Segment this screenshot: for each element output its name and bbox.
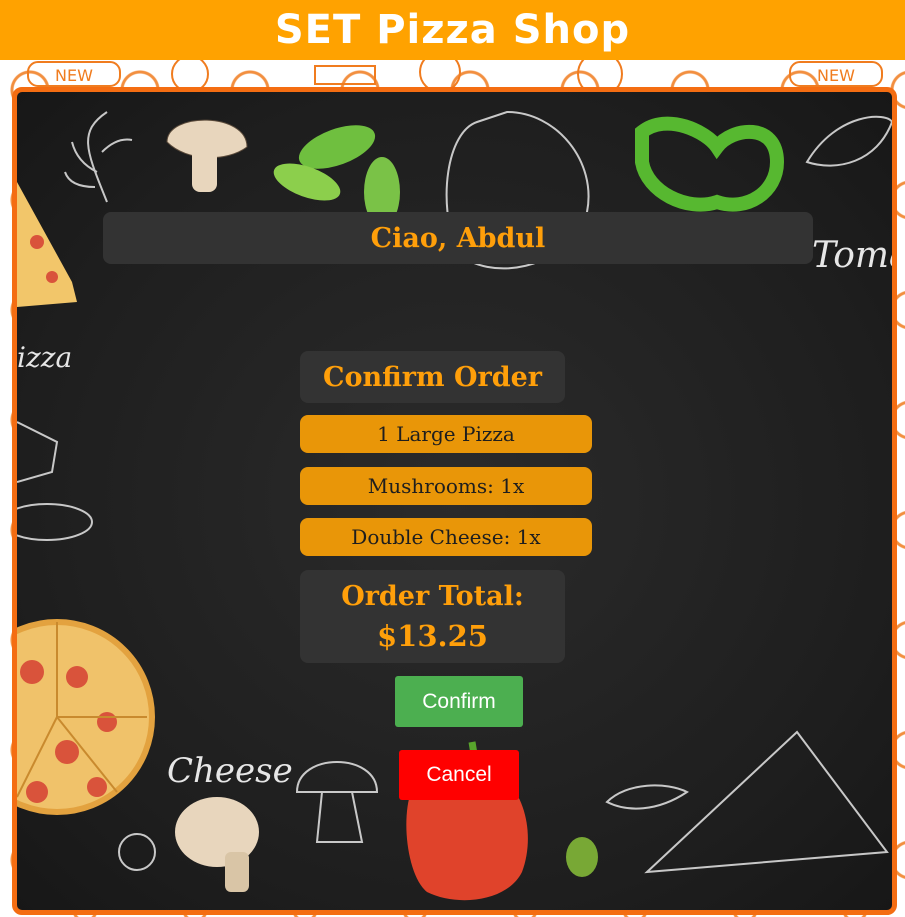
app-title: SET Pizza Shop [274,7,631,53]
chalk-label-cheese: Cheese [167,751,293,791]
order-title-box: Confirm Order [300,351,565,403]
chalk-label-pizza: izza [17,341,72,374]
confirm-button[interactable]: Confirm [395,676,523,727]
new-badge-right: NEW [817,66,855,85]
chalk-label-tomato: Tomat [812,235,892,276]
order-title: Confirm Order [323,361,542,393]
order-total-label: Order Total: [341,580,524,612]
order-item-mushrooms: Mushrooms: 1x [300,467,592,505]
new-badge-left: NEW [55,66,93,85]
order-total-value: $13.25 [377,618,488,653]
order-item-pizza: 1 Large Pizza [300,415,592,453]
pattern-strip-decor: NEW NEW [27,60,883,90]
cancel-button[interactable]: Cancel [399,750,519,800]
chalkboard-panel: Tomat izza Cheese Ciao, Abdul Confirm Or… [12,87,897,915]
greeting-banner: Ciao, Abdul [103,212,813,264]
app-header: SET Pizza Shop [0,0,905,60]
greeting-text: Ciao, Abdul [370,222,546,254]
order-total-box: Order Total: $13.25 [300,570,565,663]
order-item-double-cheese: Double Cheese: 1x [300,518,592,556]
